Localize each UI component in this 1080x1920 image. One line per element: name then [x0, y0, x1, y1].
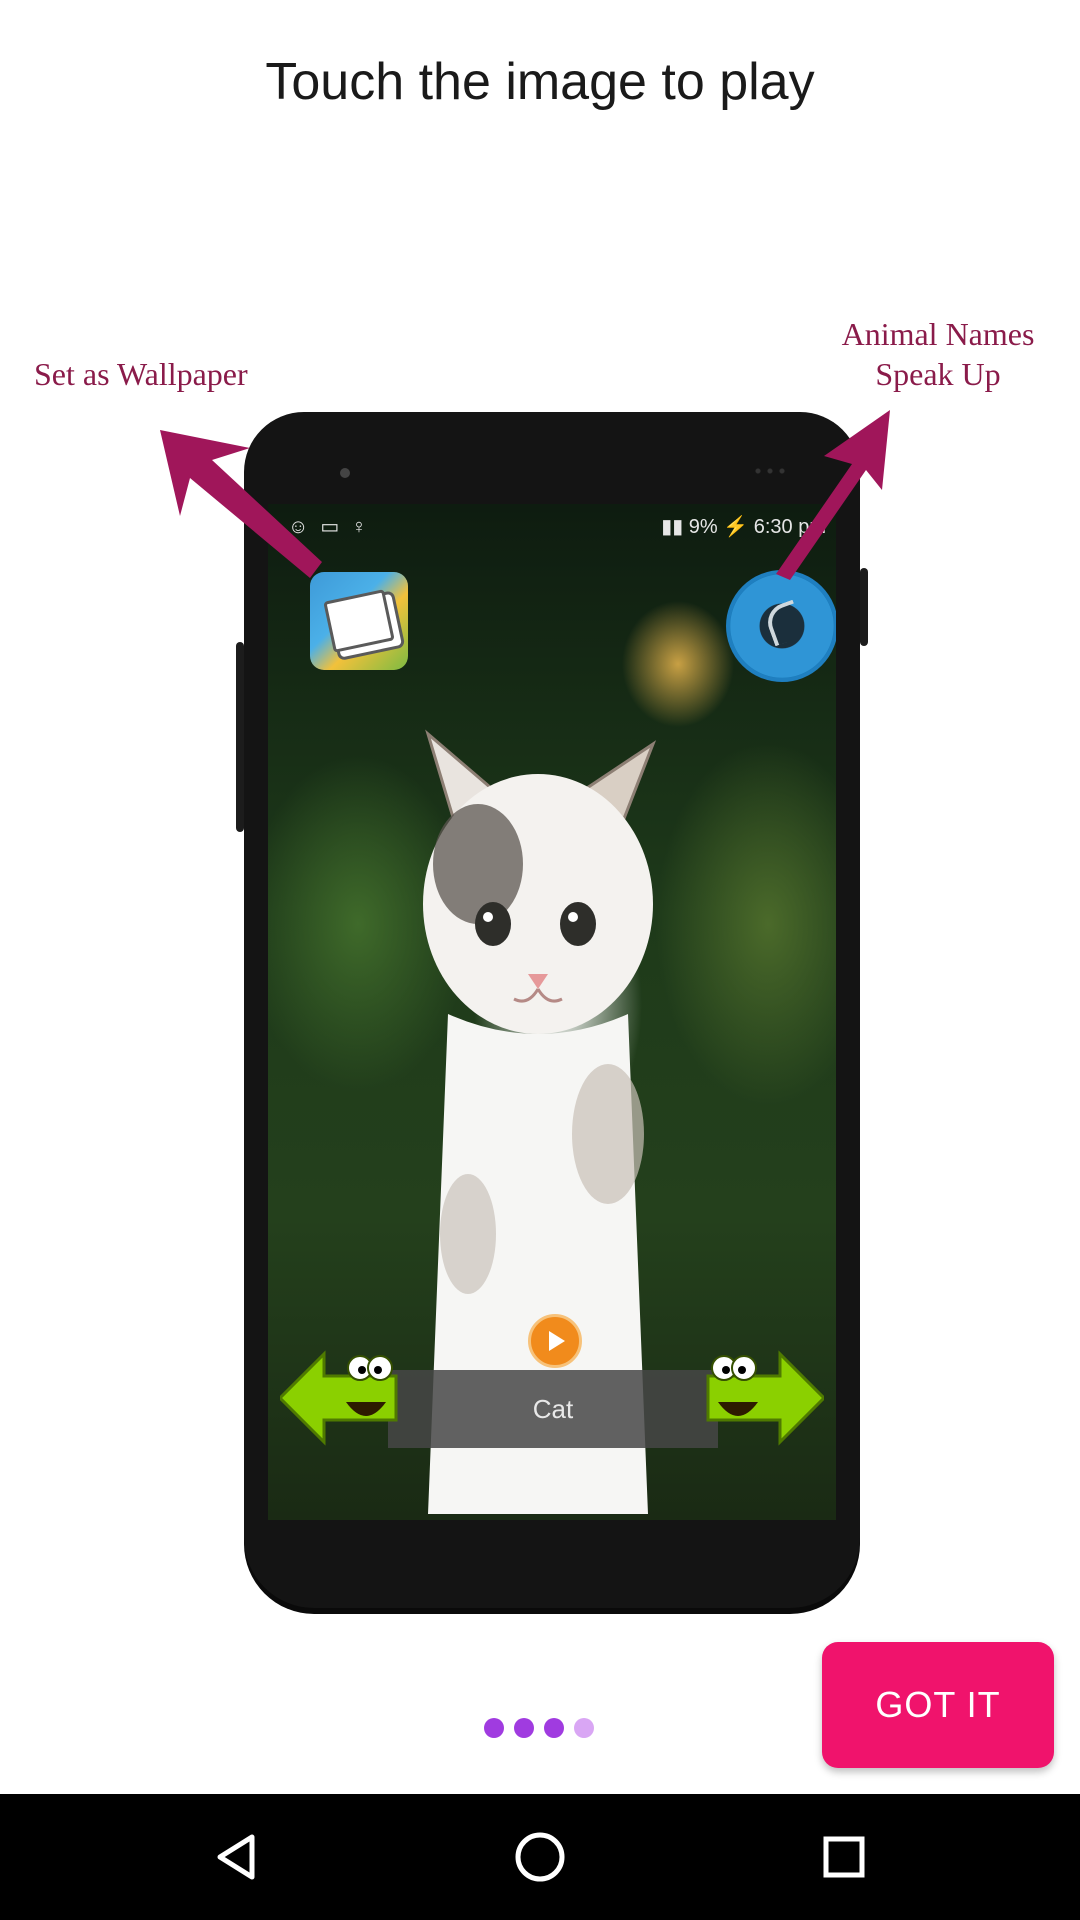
gallery-icon	[323, 589, 395, 653]
phone-status-bar: ☺▭♀ ▮▮ 9% ⚡ 6:30 pm	[268, 504, 836, 544]
callout-animal-names: Animal Names Speak Up	[818, 314, 1058, 394]
callout-animal-names-line1: Animal Names	[841, 316, 1035, 352]
recents-icon	[823, 1836, 865, 1878]
signal-icon: ▮▮	[661, 516, 684, 538]
speak-up-button[interactable]	[726, 570, 836, 682]
arrow-right-icon	[706, 1350, 824, 1446]
page-headline: Touch the image to play	[265, 53, 815, 111]
callout-arrow-left	[160, 430, 322, 578]
pager-dot	[484, 1718, 504, 1738]
callout-arrow-right	[776, 410, 890, 580]
back-icon	[217, 1834, 255, 1880]
callout-animal-names-line2: Speak Up	[875, 356, 1001, 392]
phone-screen: ☺▭♀ ▮▮ 9% ⚡ 6:30 pm Cat	[268, 504, 836, 1520]
phone-speaker	[340, 468, 350, 478]
nav-back-button[interactable]	[176, 1794, 296, 1920]
arrow-left-icon	[280, 1350, 398, 1446]
got-it-button[interactable]: GOT IT	[822, 1642, 1054, 1768]
charging-icon: ⚡	[723, 516, 749, 538]
nav-recents-button[interactable]	[784, 1794, 904, 1920]
nav-home-button[interactable]	[480, 1794, 600, 1920]
pager-dot	[514, 1718, 534, 1738]
play-button[interactable]	[528, 1314, 582, 1368]
pager-dot	[544, 1718, 564, 1738]
callout-set-wallpaper: Set as Wallpaper	[34, 356, 248, 392]
home-icon	[515, 1832, 565, 1882]
pager-indicator	[484, 1718, 594, 1738]
previous-animal-button[interactable]	[280, 1350, 400, 1446]
animal-name-bar: Cat	[388, 1370, 718, 1448]
pager-dot-active	[574, 1718, 594, 1738]
tutorial-phone-image[interactable]: ☺▭♀ ▮▮ 9% ⚡ 6:30 pm Cat	[236, 412, 868, 1608]
phone-side-button	[236, 642, 244, 832]
system-nav-bar	[0, 1794, 1080, 1920]
next-animal-button[interactable]	[704, 1350, 824, 1446]
animal-name: Cat	[532, 1394, 574, 1424]
battery-level: 9%	[688, 516, 718, 538]
